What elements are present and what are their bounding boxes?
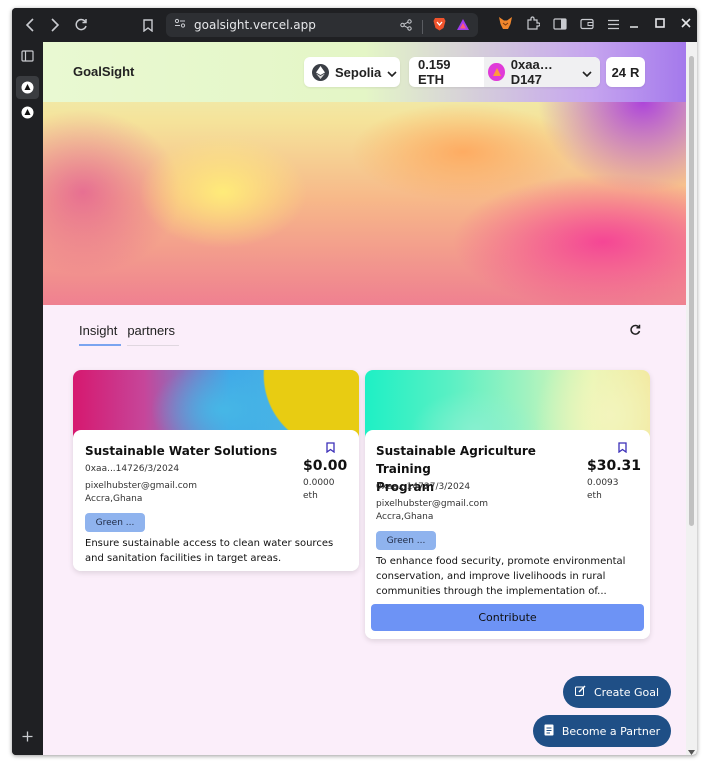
url-divider — [422, 19, 423, 34]
card-cover-image — [73, 370, 359, 438]
scroll-down-icon[interactable] — [688, 742, 695, 755]
wallet-icon[interactable] — [580, 17, 594, 35]
browser-window: goalsight.vercel.app GoalSight Sepolia 0… — [12, 8, 697, 755]
bookmark-icon[interactable] — [618, 440, 627, 454]
browser-toolbar: goalsight.vercel.app — [12, 8, 697, 42]
sidebar-tab-goalsight[interactable] — [16, 76, 39, 99]
contribute-button[interactable]: Contribute — [371, 604, 644, 631]
minimize-icon[interactable] — [629, 16, 639, 31]
chevron-down-icon — [582, 65, 592, 80]
refresh-icon[interactable] — [629, 324, 641, 339]
share-icon[interactable] — [400, 18, 412, 36]
points-unit: R — [630, 64, 640, 80]
scrollbar-thumb[interactable] — [689, 56, 694, 526]
goal-eth-unit: eth — [587, 491, 602, 501]
become-partner-label: Become a Partner — [561, 724, 661, 738]
goal-owner: 0xaa...147 — [85, 464, 133, 474]
goal-email: pixelhubster@gmail.com — [85, 481, 197, 491]
edit-icon — [574, 685, 586, 699]
address-bar[interactable]: goalsight.vercel.app — [166, 13, 478, 37]
goal-owner: 0xaa...147 — [376, 482, 424, 492]
site-info-icon[interactable] — [174, 16, 186, 34]
category-badge[interactable]: Green ... — [85, 513, 145, 532]
account-button[interactable]: 0.159 ETH 0xaa…D147 — [409, 57, 600, 87]
brand-logo[interactable]: GoalSight — [73, 64, 134, 79]
wallet-address: 0xaa…D147 — [510, 57, 553, 87]
maximize-icon[interactable] — [655, 16, 665, 31]
goal-email: pixelhubster@gmail.com — [376, 499, 488, 509]
bookmark-page-icon[interactable] — [135, 12, 161, 38]
url-text[interactable]: goalsight.vercel.app — [194, 18, 316, 32]
bookmark-icon[interactable] — [326, 440, 335, 454]
goal-eth-amount: 0.0000 — [303, 478, 335, 488]
card-cover-image — [365, 370, 650, 438]
brave-rewards-icon[interactable] — [456, 18, 470, 36]
goal-eth-amount: 0.0093 — [587, 478, 619, 488]
extensions-icon[interactable] — [526, 16, 541, 35]
category-badge[interactable]: Green ... — [376, 531, 436, 550]
page-content: GoalSight Sepolia 0.159 ETH 0xaa…D147 24… — [43, 42, 686, 755]
chevron-down-icon — [387, 65, 397, 80]
goal-description: Ensure sustainable access to clean water… — [85, 538, 334, 564]
card-body: Sustainable Agriculture Training Program… — [365, 430, 650, 639]
goal-date: 26/3/2024 — [133, 464, 180, 474]
forward-icon[interactable] — [42, 12, 68, 38]
goal-amount: $0.00 — [303, 458, 348, 474]
browser-sidebar — [12, 42, 43, 755]
tab-partners[interactable]: partners — [127, 321, 180, 346]
goal-location: Accra,Ghana — [376, 512, 434, 522]
points-badge[interactable]: 24 R — [606, 57, 645, 87]
goal-card[interactable]: Sustainable Agriculture Training Program… — [365, 370, 650, 639]
back-icon[interactable] — [17, 12, 43, 38]
content-tabs: Insight partners — [79, 321, 185, 346]
address-chip[interactable]: 0xaa…D147 — [484, 57, 600, 87]
page-scrollbar[interactable] — [686, 42, 697, 755]
sidebar-toggle-icon[interactable] — [553, 17, 567, 35]
close-icon[interactable] — [681, 16, 691, 31]
add-sidebar-item-icon[interactable] — [19, 728, 36, 745]
account-avatar-icon — [488, 63, 505, 81]
tab-insight[interactable]: Insight — [79, 321, 122, 346]
goal-amount: $30.31 — [587, 458, 642, 474]
metamask-extension-icon[interactable] — [498, 16, 513, 35]
brave-shields-icon[interactable] — [433, 17, 446, 36]
create-goal-label: Create Goal — [593, 685, 660, 699]
menu-icon[interactable] — [607, 17, 620, 35]
goal-location: Accra,Ghana — [85, 494, 143, 504]
become-partner-button[interactable]: Become a Partner — [533, 715, 671, 747]
sidebar-panel-icon[interactable] — [19, 47, 36, 64]
goal-date: 27/3/2024 — [424, 482, 471, 492]
reload-icon[interactable] — [68, 12, 94, 38]
create-goal-button[interactable]: Create Goal — [563, 676, 671, 708]
card-body: Sustainable Water Solutions 0xaa...147 2… — [73, 430, 359, 571]
network-name: Sepolia — [335, 64, 382, 80]
goal-title: Sustainable Water Solutions — [85, 444, 278, 458]
document-icon — [544, 724, 554, 739]
goal-title-line1: Sustainable Agriculture Training — [376, 444, 536, 476]
goal-card[interactable]: Sustainable Water Solutions 0xaa...147 2… — [73, 370, 359, 571]
goal-eth-unit: eth — [303, 491, 318, 501]
points-value: 24 — [611, 64, 627, 80]
network-selector[interactable]: Sepolia — [304, 57, 400, 87]
goal-description: To enhance food security, promote enviro… — [376, 556, 626, 597]
eth-balance: 0.159 ETH — [418, 57, 451, 87]
ethereum-icon — [312, 63, 329, 81]
sidebar-tab-app[interactable] — [19, 104, 36, 121]
